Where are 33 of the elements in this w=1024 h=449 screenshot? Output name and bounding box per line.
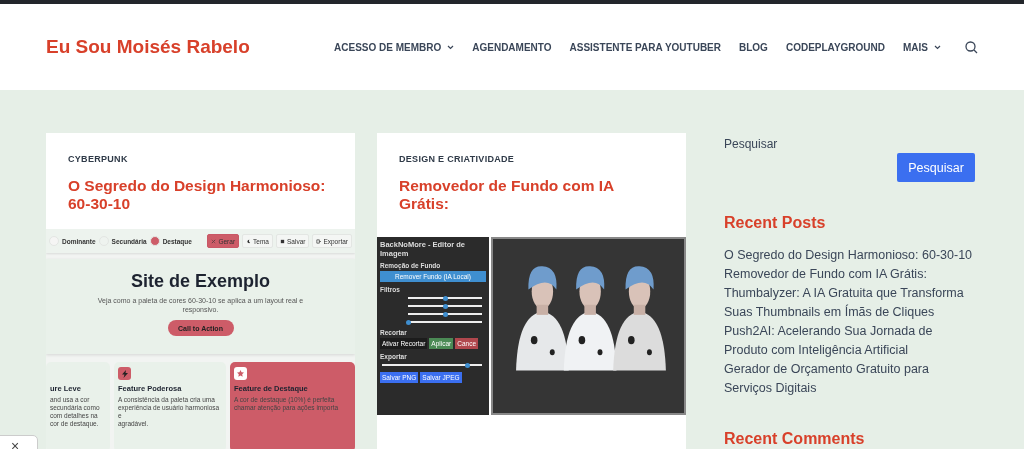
slider-thumb[interactable] <box>442 311 448 317</box>
widget-heading: Recent Posts <box>724 214 827 232</box>
search-icon[interactable] <box>965 40 978 54</box>
star-icon <box>237 370 244 377</box>
export-icon <box>316 238 322 244</box>
nav-link[interactable]: AGENDAMENTO <box>472 41 552 53</box>
nav-link[interactable]: BLOG <box>739 41 768 53</box>
close-button[interactable]: × <box>0 435 38 449</box>
recent-post-link[interactable]: Removedor de Fundo com IA Grátis: <box>724 265 976 284</box>
nav-link[interactable]: ACESSO DE MEMBRO <box>334 41 455 53</box>
search-button[interactable]: Pesquisar <box>897 153 975 182</box>
recent-post-link[interactable]: Thumbalyzer: A IA Gratuita que Transforma Suas Thumbnails em Ímãs de Cliques <box>724 284 976 322</box>
post-title[interactable]: O Segredo do Design Harmonioso: 60-30-10 <box>68 177 333 213</box>
hero-title: Site de Exemplo <box>130 271 270 292</box>
lightning-icon <box>121 369 128 378</box>
recent-post-link[interactable]: O Segredo do Design Harmonioso: 60-30-10 <box>724 246 976 265</box>
nav-link[interactable]: ASSISTENTE PARA YOUTUBER <box>569 41 721 53</box>
slider-thumb[interactable] <box>442 303 448 309</box>
floppy-icon <box>280 238 285 244</box>
nav-link[interactable]: CODEPLAYGROUND <box>785 41 885 53</box>
recent-post-link[interactable]: Gerador de Orçamento Gratuito para Serviços Digitais <box>724 360 976 398</box>
nav-link[interactable]: MAIS <box>903 41 941 53</box>
slider-thumb[interactable] <box>464 362 470 368</box>
widget-heading: Recent Comments <box>724 430 866 448</box>
recent-post-link[interactable]: Push2AI: Acelerando Sua Jornada de Produto com Inteligência Artificial <box>724 322 976 360</box>
moon-icon <box>246 238 252 244</box>
slider-thumb[interactable] <box>442 295 448 301</box>
post-category[interactable]: DESIGN E CRIATIVIDADE <box>399 154 664 164</box>
site-title[interactable]: Eu Sou Moisés Rabelo <box>46 36 250 58</box>
post-title[interactable]: Removedor de Fundo com IA Grátis: <box>399 177 664 213</box>
slider-thumb[interactable] <box>405 319 411 325</box>
search-label: Pesquisar <box>724 137 779 151</box>
post-category[interactable]: CYBERPUNK <box>68 154 333 164</box>
